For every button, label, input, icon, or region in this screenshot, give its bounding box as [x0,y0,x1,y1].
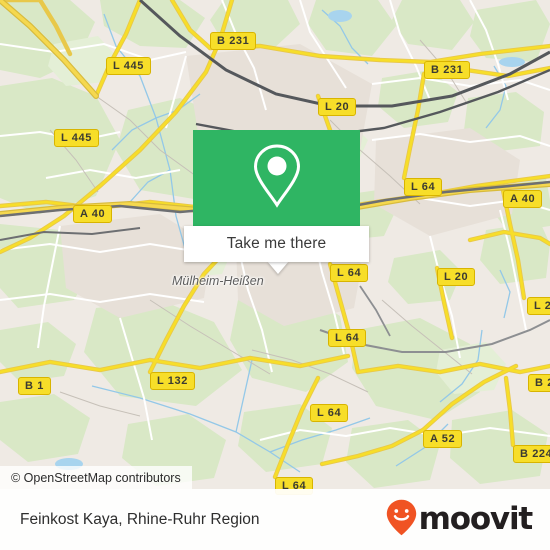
place-label-mulheim-heissen: Mülheim-Heißen [172,274,264,288]
location-pin-icon [250,142,304,215]
location-callout-card[interactable]: Take me there [184,130,369,274]
take-me-there-label: Take me there [226,235,327,252]
moovit-smiley-pin-icon [386,499,417,541]
road-shield-b231-north[interactable]: B 231 [210,32,257,50]
page-title: Feinkost Kaya, Rhine-Ruhr Region [20,510,260,528]
road-shield-b1[interactable]: B 1 [18,377,51,395]
road-shield-l445-lower[interactable]: L 445 [54,129,99,147]
take-me-there-button[interactable]: Take me there [184,226,369,262]
road-shield-l445-upper[interactable]: L 445 [106,57,151,75]
callout-pointer-tail [267,261,289,274]
road-shield-a40-left[interactable]: A 40 [73,205,113,223]
map-attribution: © OpenStreetMap contributors [0,466,192,489]
moovit-wordmark: moovit [418,501,534,537]
road-shield-a52[interactable]: A 52 [423,430,463,448]
moovit-brand-logo[interactable]: moovit [386,499,534,541]
callout-image-panel [193,130,360,226]
location-preview-app: Mülheim-Heißen B 231 B 231 L 445 L 445 L… [0,0,550,550]
road-shield-l64-center[interactable]: L 64 [330,264,369,282]
road-shield-l64-lower[interactable]: L 64 [328,329,367,347]
road-shield-l20-edge[interactable]: L 20 [527,297,550,315]
road-shield-l64-bottom[interactable]: L 64 [310,404,349,422]
road-shield-b224[interactable]: B 224 [513,445,550,463]
road-shield-b2-edge[interactable]: B 2 [528,374,550,392]
road-shield-a40-right[interactable]: A 40 [503,190,543,208]
road-shield-b231-east[interactable]: B 231 [424,61,471,79]
road-shield-l132[interactable]: L 132 [150,372,195,390]
map-attribution-text: © OpenStreetMap contributors [11,470,181,485]
road-shield-l20-top[interactable]: L 20 [318,98,357,116]
road-shield-l20-right[interactable]: L 20 [437,268,476,286]
road-shield-l64-mid[interactable]: L 64 [404,178,443,196]
footer-bar: Feinkost Kaya, Rhine-Ruhr Region moovit [0,489,550,550]
